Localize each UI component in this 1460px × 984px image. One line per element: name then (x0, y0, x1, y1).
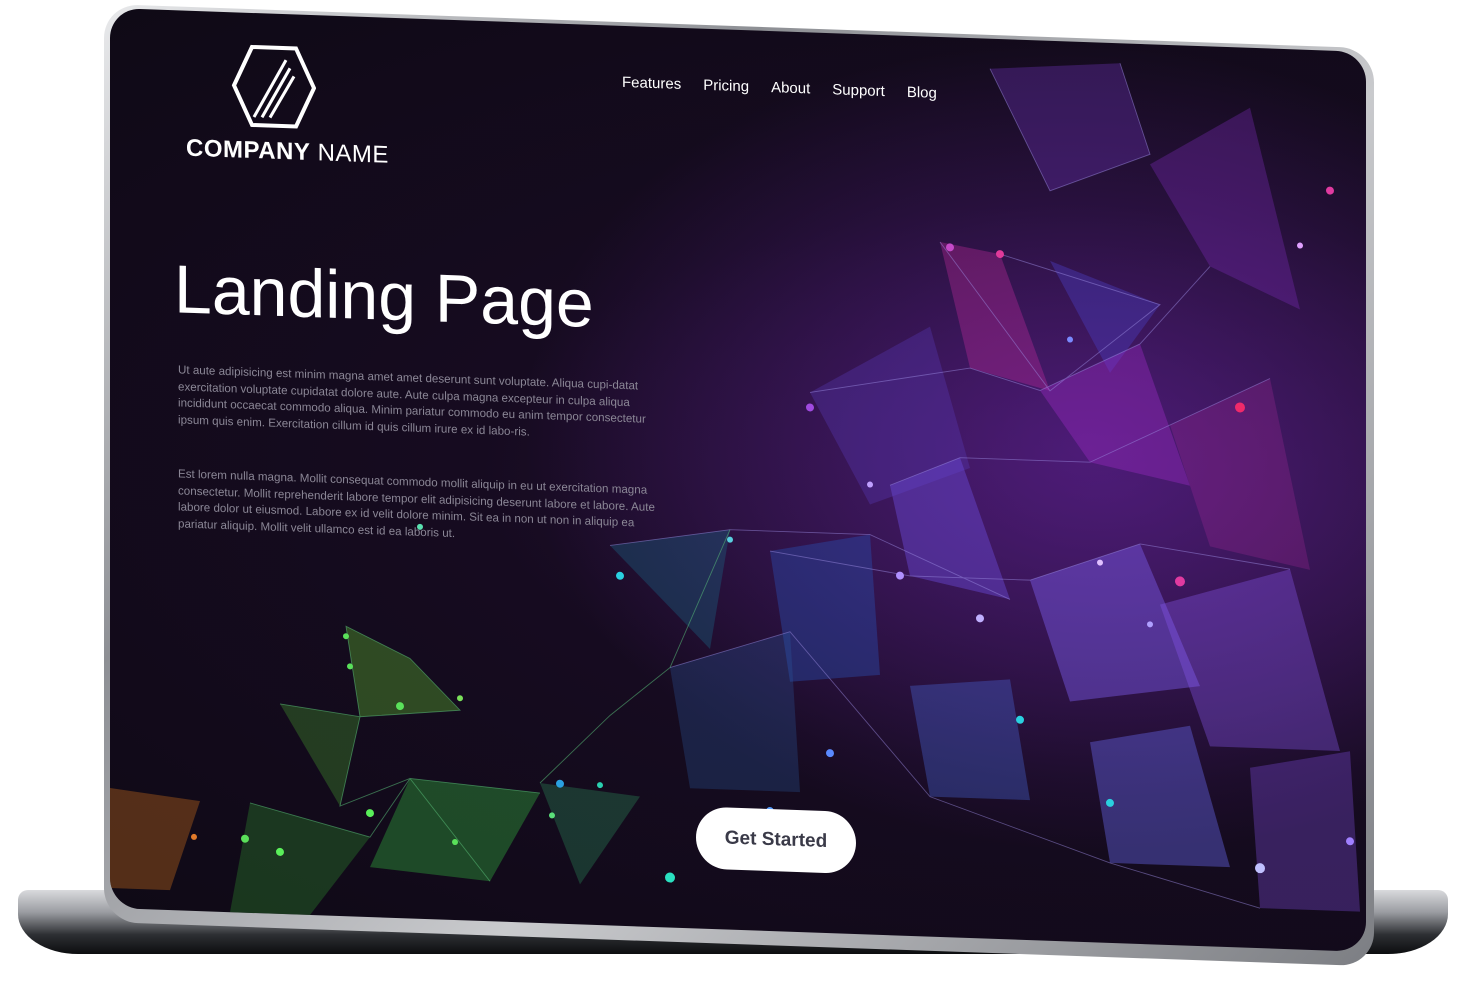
laptop-screen: COMPANY NAME Features Pricing About Supp… (110, 8, 1366, 952)
nav-features[interactable]: Features (622, 74, 681, 93)
nav-blog[interactable]: Blog (907, 84, 937, 102)
nav-about[interactable]: About (771, 79, 810, 97)
nav-pricing[interactable]: Pricing (703, 77, 749, 96)
nav-support[interactable]: Support (832, 81, 885, 100)
company-name-light: NAME (317, 139, 389, 169)
hexagon-logo-icon (231, 44, 316, 129)
company-name-bold: COMPANY (186, 134, 311, 166)
get-started-button[interactable]: Get Started (696, 806, 856, 875)
hero-title: Landing Page (174, 251, 594, 342)
